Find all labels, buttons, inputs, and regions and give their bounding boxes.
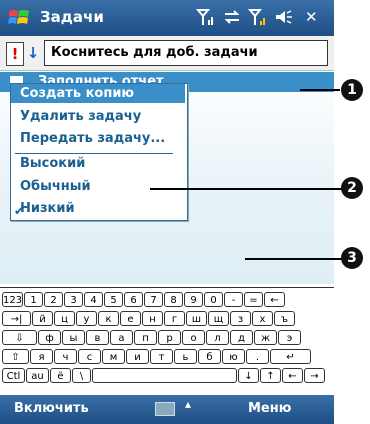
keyboard-key[interactable]: - xyxy=(224,292,243,307)
keyboard-key[interactable]: я xyxy=(30,349,53,364)
keyboard-key[interactable]: к xyxy=(98,311,119,326)
menu-item-priority-normal[interactable]: Обычный xyxy=(20,179,91,194)
keyboard-key[interactable]: о xyxy=(182,330,205,345)
keyboard-key[interactable]: и xyxy=(126,349,149,364)
menu-item-beam[interactable]: Передать задачу... xyxy=(20,131,165,146)
keyboard-key[interactable]: ⇧ xyxy=(2,349,29,364)
keyboard-key[interactable]: аu xyxy=(26,368,49,383)
keyboard-key[interactable]: 7 xyxy=(144,292,163,307)
keyboard-key[interactable]: э xyxy=(278,330,301,345)
soft-keyboard: 123 1 2 3 4 5 6 7 8 9 0- = ← →| й ц у к е н г ш щ з х ъ ⇩ ф ы в а п р о л д… xyxy=(0,287,334,395)
keyboard-key[interactable]: л xyxy=(206,330,229,345)
windows-start-icon[interactable] xyxy=(7,6,31,30)
priority-high-button[interactable]: ! xyxy=(6,42,24,66)
keyboard-key[interactable]: 5 xyxy=(104,292,123,307)
right-softkey[interactable]: Меню xyxy=(248,401,291,416)
keyboard-key[interactable]: п xyxy=(134,330,157,345)
keyboard-key[interactable]: = xyxy=(244,292,263,307)
callout-line-1 xyxy=(300,89,340,91)
keyboard-key[interactable]: 4 xyxy=(84,292,103,307)
menu-item-delete[interactable]: Удалить задачу xyxy=(20,109,141,124)
keyboard-key[interactable]: а xyxy=(110,330,133,345)
keyboard-key[interactable]: щ xyxy=(208,311,229,326)
keyboard-key[interactable]: \ xyxy=(72,368,91,383)
keyboard-key[interactable]: с xyxy=(78,349,101,364)
keyboard-key[interactable]: м xyxy=(102,349,125,364)
callout-line-2 xyxy=(150,188,342,190)
new-task-input[interactable]: Коснитесь для доб. задачи xyxy=(44,40,328,66)
keyboard-key[interactable]: г xyxy=(164,311,185,326)
keyboard-key[interactable]: б xyxy=(198,349,221,364)
keyboard-key[interactable]: ← xyxy=(264,292,285,307)
keyboard-key[interactable]: 8 xyxy=(164,292,183,307)
left-softkey[interactable]: Включить xyxy=(14,401,89,416)
keyboard-key[interactable]: т xyxy=(150,349,173,364)
keyboard-icon[interactable] xyxy=(155,402,175,416)
close-icon[interactable]: ✕ xyxy=(305,8,318,26)
signal-icon[interactable] xyxy=(195,8,214,30)
callout-1: 1 xyxy=(341,79,363,101)
keyboard-key[interactable]: 3 xyxy=(64,292,83,307)
keyboard-key[interactable]: 6 xyxy=(124,292,143,307)
keyboard-key[interactable]: ч xyxy=(54,349,77,364)
keyboard-key[interactable]: 2 xyxy=(44,292,63,307)
keyboard-key[interactable]: з xyxy=(230,311,251,326)
keyboard-key[interactable]: ъ xyxy=(274,311,295,326)
menu-bar: Включить ▴ Меню xyxy=(0,395,334,424)
menu-item-priority-low[interactable]: Низкий xyxy=(20,201,75,216)
keyboard-key[interactable]: в xyxy=(86,330,109,345)
keyboard-key[interactable]: ↓ xyxy=(238,368,259,383)
callout-3: 3 xyxy=(341,247,363,269)
keyboard-key[interactable]: ц xyxy=(54,311,75,326)
keyboard-key[interactable]: Ctl xyxy=(2,368,25,383)
app-title: Задачи xyxy=(40,8,104,26)
keyboard-key[interactable]: 0 xyxy=(204,292,223,307)
keyboard-key[interactable]: ю xyxy=(222,349,245,364)
keyboard-key[interactable]: ← xyxy=(282,368,303,383)
keyboard-key[interactable]: д xyxy=(230,330,253,345)
keyboard-key[interactable]: →| xyxy=(2,311,31,326)
keyboard-key[interactable]: е xyxy=(120,311,141,326)
keyboard-key[interactable]: → xyxy=(304,368,325,383)
keyboard-key[interactable]: н xyxy=(142,311,163,326)
space-key[interactable] xyxy=(92,368,237,383)
device-screen: Задачи ✕ ! ↓ Коснитесь для доб. задачи З… xyxy=(0,0,334,424)
keyboard-key[interactable]: ↑ xyxy=(260,368,281,383)
keyboard-key[interactable]: ⇩ xyxy=(2,330,37,345)
priority-low-button[interactable]: ↓ xyxy=(26,42,40,64)
menu-item-copy[interactable]: Создать копию xyxy=(20,86,134,101)
keyboard-key[interactable]: ё xyxy=(50,368,71,383)
menu-item-priority-high[interactable]: Высокий xyxy=(20,156,85,171)
keyboard-key[interactable]: 1 xyxy=(24,292,43,307)
keyboard-key[interactable]: ↵ xyxy=(270,349,311,364)
keyboard-key[interactable]: ы xyxy=(62,330,85,345)
title-bar: Задачи ✕ xyxy=(0,0,334,36)
keyboard-key[interactable]: ь xyxy=(174,349,197,364)
sync-icon[interactable] xyxy=(222,8,242,30)
keyboard-key[interactable]: р xyxy=(158,330,181,345)
keyboard-key[interactable]: ж xyxy=(254,330,277,345)
input-arrow-icon[interactable]: ▴ xyxy=(185,397,191,411)
keyboard-key[interactable]: й xyxy=(32,311,53,326)
callout-line-3 xyxy=(245,258,342,260)
keyboard-key[interactable]: х xyxy=(252,311,273,326)
callout-2: 2 xyxy=(341,177,363,199)
phone-signal-icon[interactable] xyxy=(247,8,268,30)
keyboard-key[interactable]: . xyxy=(246,349,269,364)
keyboard-key[interactable]: 9 xyxy=(184,292,203,307)
keyboard-key[interactable]: у xyxy=(76,311,97,326)
keyboard-key[interactable]: ш xyxy=(186,311,207,326)
menu-separator xyxy=(15,153,173,154)
keyboard-key[interactable]: 123 xyxy=(2,292,23,307)
keyboard-key[interactable]: ф xyxy=(38,330,61,345)
speaker-icon[interactable] xyxy=(274,8,294,30)
